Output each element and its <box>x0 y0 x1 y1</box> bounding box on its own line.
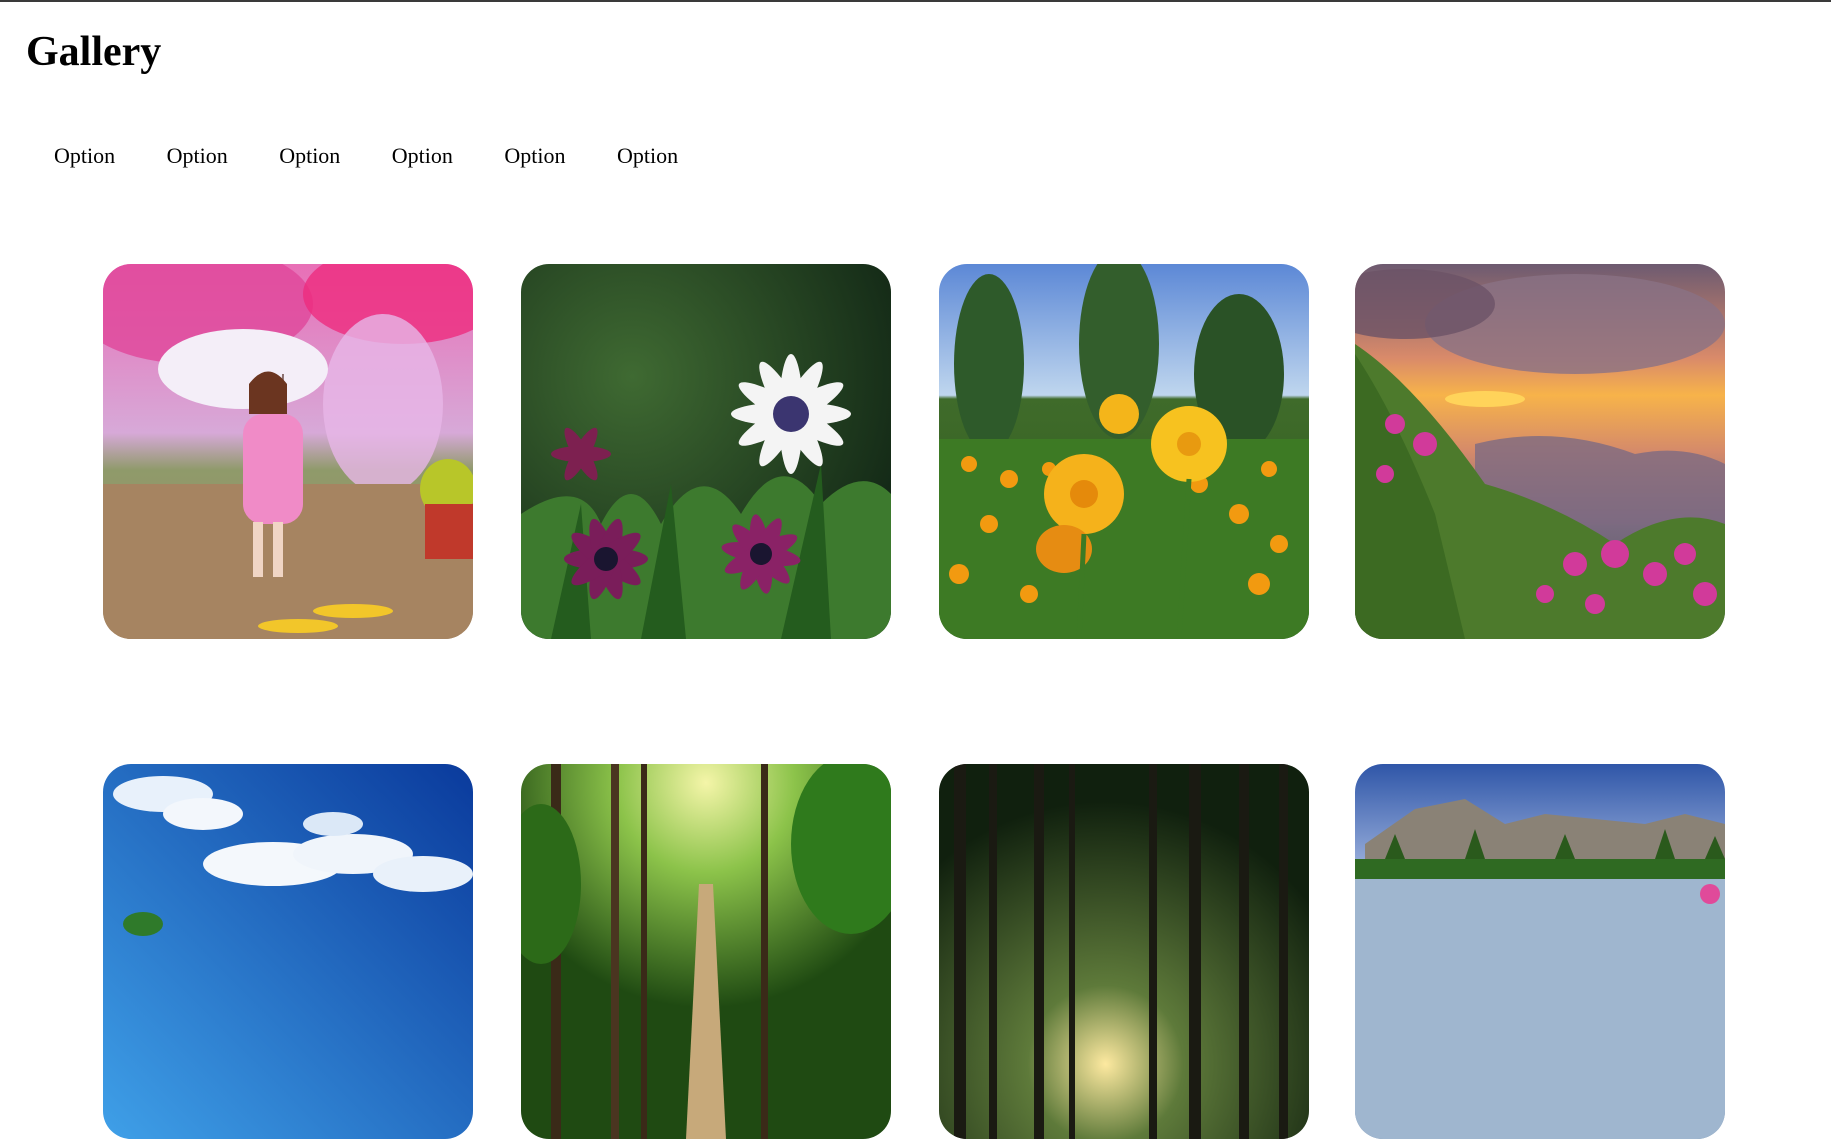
nav-option-4[interactable]: Option <box>392 140 505 172</box>
page-title: Gallery <box>26 29 162 75</box>
nav-option-1[interactable]: Option <box>54 140 167 172</box>
window-top-border <box>0 0 1831 2</box>
gallery-image-daisies[interactable] <box>521 264 891 639</box>
gallery-image-marigolds[interactable] <box>939 264 1309 639</box>
nav-option-2[interactable]: Option <box>167 140 280 172</box>
nav-option-5[interactable]: Option <box>504 140 617 172</box>
gallery-image-mountain-lake[interactable] <box>1355 764 1725 1139</box>
nav-option-6[interactable]: Option <box>617 140 730 172</box>
nav-option-3[interactable]: Option <box>279 140 392 172</box>
gallery-image-sunset-mountains[interactable] <box>1355 264 1725 639</box>
options-nav: Option Option Option Option Option Optio… <box>54 140 730 172</box>
gallery-image-forest-sunlight[interactable] <box>939 764 1309 1139</box>
gallery-image-forest-path[interactable] <box>521 764 891 1139</box>
gallery-image-woman-umbrella[interactable] <box>103 264 473 639</box>
gallery-image-blue-sky[interactable] <box>103 764 473 1139</box>
